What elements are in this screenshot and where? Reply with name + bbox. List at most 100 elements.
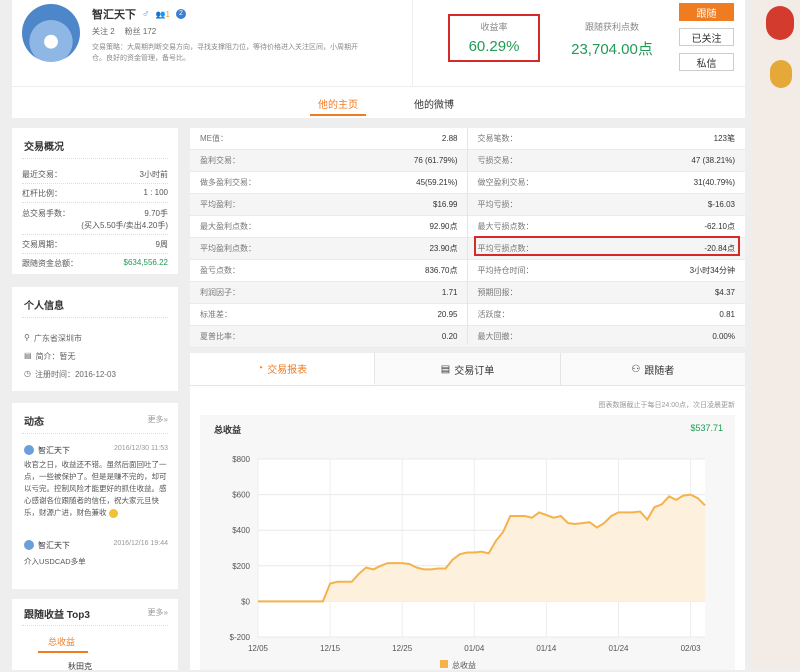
metric-row: 做空盈利交易： 31(40.79%) (467, 172, 745, 194)
overview-label: 总交易手数： (22, 209, 70, 218)
follow-points-label: 跟随获利点数 (584, 22, 639, 32)
verified-icon: 2 (175, 9, 186, 19)
post-time: 2016/12/16 19:44 (113, 540, 169, 547)
metric-row: 预期回报： $4.37 (467, 282, 745, 304)
metric-label: 交易笔数： (477, 134, 518, 143)
followed-button[interactable]: 已关注 (679, 28, 734, 46)
post-avatar[interactable] (24, 445, 34, 455)
metric-value: 123笔 (713, 134, 735, 143)
metric-label: 最大盈利点数： (200, 222, 256, 231)
metric-value: $16.99 (433, 200, 458, 209)
lantern-icon (770, 60, 792, 88)
metric-value: 0.20 (441, 332, 458, 341)
level-badge-icon: 👥1 (155, 9, 170, 19)
trade-overview-title: 交易概况 (24, 142, 64, 153)
tab-trade-orders[interactable]: ▤ 交易订单 (375, 353, 561, 385)
metric-value: 3小时34分钟 (689, 266, 735, 275)
metric-value: 92.90点 (429, 222, 458, 231)
metric-label: 平均盈利： (200, 200, 240, 209)
avatar[interactable] (22, 4, 80, 62)
overview-label: 杠杆比例： (22, 189, 62, 198)
metric-row: 盈利交易： 76 (61.79%) (190, 150, 468, 172)
tab-weibo[interactable]: 他的微博 (408, 96, 460, 111)
clock-icon: ◷ (24, 369, 31, 378)
person-icon: ⚇ (631, 363, 641, 375)
dynamic-more-link[interactable]: 更多» (148, 414, 168, 425)
legend-label: 总收益 (452, 660, 476, 670)
lantern-icon (766, 6, 794, 40)
metric-value: 23.90点 (429, 244, 458, 253)
metric-value: 31(40.79%) (693, 178, 735, 187)
metric-label: 平均亏损： (477, 200, 518, 209)
metric-row: 亏损交易： 47 (38.21%) (467, 150, 745, 172)
post-author[interactable]: 智汇天下 (38, 540, 70, 551)
y-tick-label: $-200 (230, 633, 251, 642)
metric-label: 盈亏点数： (200, 266, 240, 275)
metric-row: 交易笔数： 123笔 (467, 128, 745, 150)
y-tick-label: $400 (232, 526, 250, 535)
profit-chart: $800 $600 $400 $200 $0 $-200 12/05 12/15 12/25 01… (230, 455, 706, 670)
post-content: 介入USDCAD多单 (24, 557, 86, 566)
top3-tab-underline (38, 651, 88, 653)
overview-value: (买入5.50手/卖出4.20手) (81, 221, 168, 230)
intro-text: 简介：暂无 (35, 352, 76, 361)
metric-label: 平均持仓时间： (477, 266, 534, 275)
dynamic-title: 动态 (24, 417, 44, 428)
location-icon: ⚲ (24, 333, 30, 342)
x-tick-label: 12/25 (392, 644, 413, 653)
top3-title: 跟随收益 Top3 (24, 610, 90, 621)
trade-overview-panel: 交易概况 最近交易： 3小时前 杠杆比例： 1 : 100 总交易手数： 9.70手 … (12, 128, 178, 274)
follow-count[interactable]: 关注 2 (92, 26, 115, 37)
x-tick-label: 01/04 (464, 644, 485, 653)
tab-followers[interactable]: ⚇ 跟随者 (560, 353, 745, 385)
user-name[interactable]: 智汇天下 (92, 6, 136, 22)
metric-value: $-16.03 (707, 200, 735, 209)
metric-label: 做空盈利交易： (477, 178, 534, 187)
metric-value: $4.37 (714, 288, 735, 297)
top3-tab-total[interactable]: 总收益 (48, 635, 75, 648)
overview-value: 3小时前 (139, 170, 168, 179)
overview-label: 跟随资金总额： (22, 259, 78, 268)
metric-value: 1.71 (441, 288, 458, 297)
metric-label: 利润因子： (200, 288, 240, 297)
overview-label: 交易周期： (22, 240, 62, 249)
metric-row: 活跃度： 0.81 (467, 304, 745, 326)
tab-home[interactable]: 他的主页 (312, 96, 364, 111)
profile-header: 智汇天下 ♂ 👥1 2 关注 2 粉丝 172 交易策略：大周期判断交易方向，寻… (12, 0, 745, 118)
personal-info-title: 个人信息 (24, 301, 64, 312)
metric-row: 平均盈利点数： 23.90点 (190, 238, 468, 260)
x-tick-label: 12/05 (248, 644, 269, 653)
metric-row: 平均亏损： $-16.03 (467, 194, 745, 216)
x-tick-label: 01/14 (536, 644, 557, 653)
metrics-divider (467, 128, 468, 344)
overview-value: $634,556.22 (123, 258, 169, 267)
fans-count[interactable]: 粉丝 172 (125, 26, 157, 37)
post-author[interactable]: 智汇天下 (38, 445, 70, 456)
y-tick-label: $200 (232, 562, 250, 571)
metric-row: 标准差： 20.95 (190, 304, 468, 326)
metric-label: 最大亏损点数： (477, 222, 534, 231)
metric-value: 76 (61.79%) (413, 156, 458, 165)
metrics-panel: ME值： 2.88 交易笔数： 123笔盈利交易： 76 (61.79%) 亏损交易： 47… (190, 128, 745, 348)
orders-icon: ▤ (440, 363, 451, 375)
metric-row: 平均持仓时间： 3小时34分钟 (467, 260, 745, 282)
post-time: 2016/12/30 11:53 (114, 445, 168, 452)
post-avatar[interactable] (24, 540, 34, 550)
metric-value: 20.95 (437, 310, 458, 319)
chart-panel: ◔ 交易报表 ▤ 交易订单 ⚇ 跟随者 图表数据截止于每日24:00点，次日凌晨更新 … (190, 353, 745, 670)
tabs-divider (12, 86, 745, 87)
metric-row: ME值： 2.88 (190, 128, 468, 150)
metric-row: 盈亏点数： 836.70点 (190, 260, 468, 282)
y-tick-label: $600 (232, 491, 250, 500)
chart-title: 总收益 (214, 425, 242, 435)
post-content: 收官之日，收益还不错。虽然后面回吐了一 点，一些被保护了。但是是赚不完的，却可 … (24, 460, 167, 518)
register-text: 注册时间：2016-12-03 (34, 370, 116, 379)
follow-button[interactable]: 跟随 (679, 3, 734, 21)
tab-trade-report[interactable]: ◔ 交易报表 (190, 353, 376, 385)
overview-label: 最近交易： (22, 170, 62, 179)
message-button[interactable]: 私信 (679, 53, 734, 71)
top3-more-link[interactable]: 更多» (148, 607, 168, 618)
pie-chart-icon: ◔ (257, 362, 264, 374)
yield-value: 60.29% (468, 38, 520, 55)
metric-row: 最大盈利点数： 92.90点 (190, 216, 468, 238)
